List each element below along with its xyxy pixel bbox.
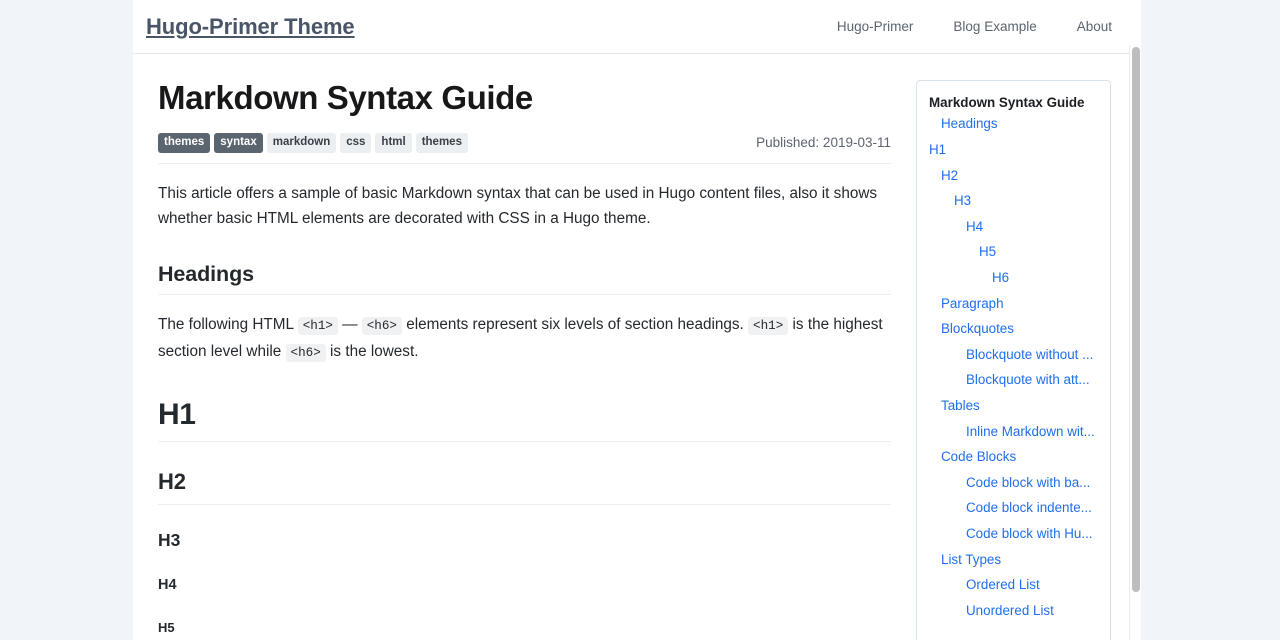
toc-link-inline-markdown-wit[interactable]: Inline Markdown wit... [929, 419, 1100, 445]
site-header: Hugo-Primer Theme Hugo-Primer Blog Examp… [133, 0, 1141, 54]
toc-link-h6[interactable]: H6 [929, 265, 1100, 291]
toc-list: Headings H1 H2 H3 H4 H5 H6 Paragraph Blockquotes… [929, 111, 1100, 623]
inline-code-h1-open: <h1> [297, 317, 338, 336]
toc-item: H1 [929, 137, 1100, 163]
toc-link-code-block-with-hu[interactable]: Code block with Hu... [929, 521, 1100, 547]
toc-item: Headings [929, 111, 1100, 137]
published-date: Published: 2019-03-11 [756, 135, 891, 151]
demo-heading-h5: H5 [158, 620, 175, 636]
table-of-contents: Markdown Syntax Guide Headings H1 H2 H3 H4 H5… [916, 80, 1111, 640]
toc-link-code-block-with-ba[interactable]: Code block with ba... [929, 470, 1100, 496]
demo-heading-h3: H3 [158, 530, 181, 551]
primary-navigation: Hugo-Primer Blog Example About [837, 19, 1116, 34]
toc-link-h2[interactable]: H2 [929, 163, 1100, 189]
headings-description-paragraph: The following HTML <h1> — <h6> elements … [158, 295, 891, 366]
tag-css[interactable]: css [340, 132, 372, 154]
toc-item: Ordered List [929, 572, 1100, 598]
inline-code-h1-highest: <h1> [748, 317, 789, 336]
page-scrollbar-track[interactable] [1129, 45, 1141, 640]
toc-item: Inline Markdown wit... [929, 419, 1100, 445]
toc-item: Blockquote with att... [929, 367, 1100, 393]
toc-item: Blockquote without ... [929, 342, 1100, 368]
toc-title: Markdown Syntax Guide [929, 95, 1085, 110]
article: Markdown Syntax Guide themes syntax mark… [158, 54, 891, 635]
tag-themes[interactable]: themes [158, 132, 211, 154]
content-shell: Hugo-Primer Theme Hugo-Primer Blog Examp… [133, 0, 1141, 640]
toc-link-headings[interactable]: Headings [929, 111, 1100, 137]
toc-item: Tables [929, 393, 1100, 419]
toc-item: H4 [929, 214, 1100, 240]
toc-item: H3 [929, 188, 1100, 214]
text-fragment-4: is the lowest. [330, 343, 419, 361]
toc-item: Unordered List [929, 598, 1100, 624]
page-scrollbar-thumb[interactable] [1132, 47, 1140, 592]
demo-heading-h1: H1 [158, 366, 891, 443]
toc-item: List Types [929, 547, 1100, 573]
toc-link-paragraph[interactable]: Paragraph [929, 291, 1100, 317]
toc-item: H6 [929, 265, 1100, 291]
toc-item: Blockquotes [929, 316, 1100, 342]
tag-html[interactable]: html [375, 132, 412, 154]
text-fragment-2: elements represent six levels of section… [406, 316, 744, 334]
toc-item: H5 [929, 239, 1100, 265]
toc-item: Code Blocks [929, 444, 1100, 470]
intro-paragraph: This article offers a sample of basic Ma… [158, 185, 878, 228]
demo-heading-h4: H4 [158, 577, 177, 594]
tag-syntax[interactable]: syntax [214, 132, 263, 154]
toc-item: Paragraph [929, 291, 1100, 317]
toc-link-h1[interactable]: H1 [929, 137, 1100, 163]
toc-item: Code block with ba... [929, 470, 1100, 496]
toc-link-tables[interactable]: Tables [929, 393, 1100, 419]
toc-link-unordered-list[interactable]: Unordered List [929, 598, 1100, 624]
toc-link-list-types[interactable]: List Types [929, 547, 1100, 573]
site-brand[interactable]: Hugo-Primer Theme [146, 14, 355, 40]
demo-heading-h2: H2 [158, 442, 891, 506]
nav-link-blog-example[interactable]: Blog Example [953, 19, 1036, 34]
inline-code-h6-open: <h6> [361, 317, 402, 336]
tag-themes-2[interactable]: themes [415, 132, 468, 154]
body-area: Markdown Syntax Guide themes syntax mark… [133, 54, 1141, 640]
toc-link-h5[interactable]: H5 [929, 239, 1100, 265]
toc-link-h3[interactable]: H3 [929, 188, 1100, 214]
toc-item: Code block indente... [929, 495, 1100, 521]
toc-link-blockquotes[interactable]: Blockquotes [929, 316, 1100, 342]
toc-link-code-block-indente[interactable]: Code block indente... [929, 495, 1100, 521]
em-dash: — [342, 316, 358, 334]
nav-link-about[interactable]: About [1077, 19, 1112, 34]
toc-link-ordered-list[interactable]: Ordered List [929, 572, 1100, 598]
toc-link-blockquote-without[interactable]: Blockquote without ... [929, 342, 1100, 368]
toc-link-code-blocks[interactable]: Code Blocks [929, 444, 1100, 470]
inline-code-h6-lowest: <h6> [285, 344, 326, 363]
toc-item: Code block with Hu... [929, 521, 1100, 547]
article-meta: themes syntax markdown css html themes P… [158, 132, 891, 165]
toc-link-blockquote-with-att[interactable]: Blockquote with att... [929, 367, 1100, 393]
page-title: Markdown Syntax Guide [158, 79, 533, 116]
text-fragment-1: The following HTML [158, 316, 294, 334]
nav-link-hugo-primer[interactable]: Hugo-Primer [837, 19, 914, 34]
section-heading-headings: Headings [158, 231, 891, 296]
tag-list: themes syntax markdown css html themes [158, 132, 468, 154]
tag-markdown[interactable]: markdown [266, 132, 337, 154]
toc-item: H2 [929, 163, 1100, 189]
toc-link-h4[interactable]: H4 [929, 214, 1100, 240]
page-root: Hugo-Primer Theme Hugo-Primer Blog Examp… [0, 0, 1280, 640]
